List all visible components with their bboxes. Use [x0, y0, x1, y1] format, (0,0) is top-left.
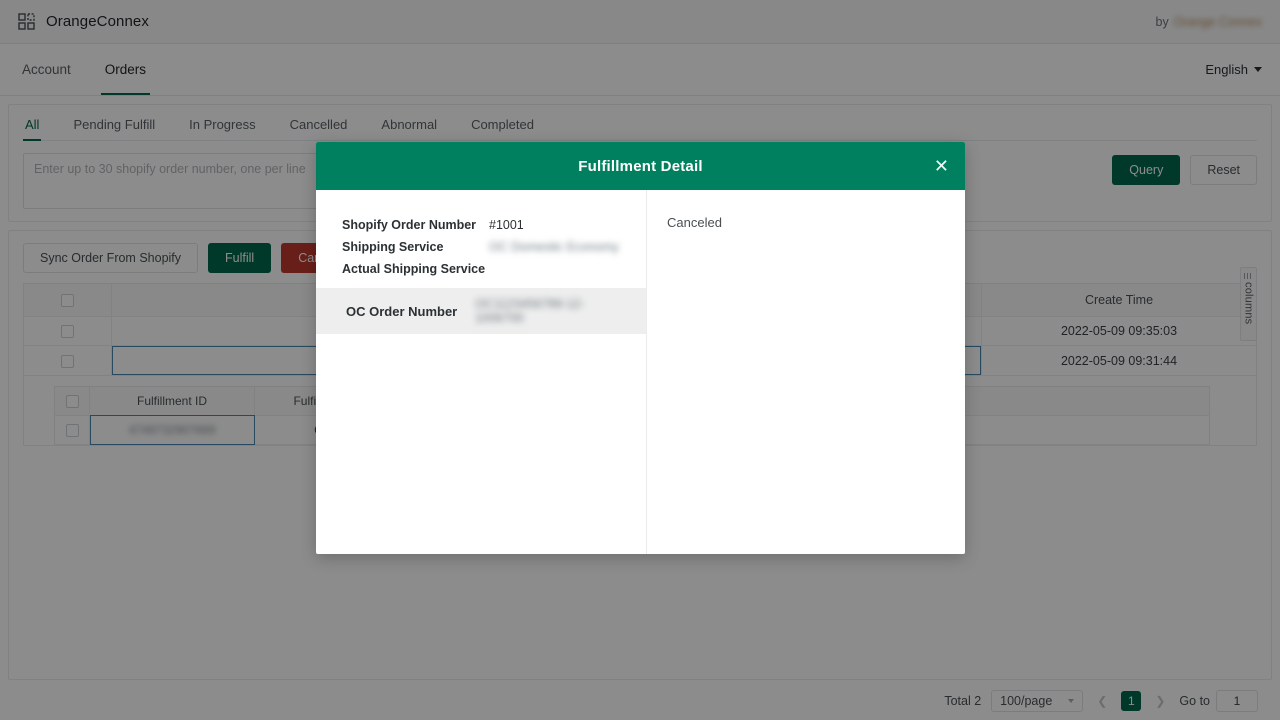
detail-label: Shopify Order Number [342, 218, 489, 232]
close-icon[interactable]: ✕ [934, 157, 949, 175]
fulfillment-detail-modal: Fulfillment Detail ✕ Shopify Order Numbe… [316, 142, 965, 554]
detail-row-shipping-service: Shipping Service OC Domestic Economy [316, 236, 646, 258]
detail-row-oc-order-number: OC Order Number OC1123456789-12-1006700 [316, 288, 646, 334]
detail-label: Shipping Service [342, 240, 489, 254]
modal-status-panel: Canceled [646, 190, 965, 554]
detail-value: #1001 [489, 218, 524, 232]
modal-body: Shopify Order Number #1001 Shipping Serv… [316, 190, 965, 554]
detail-label: OC Order Number [342, 304, 475, 319]
detail-label: Actual Shipping Service [342, 262, 489, 276]
modal-header: Fulfillment Detail ✕ [316, 142, 965, 190]
status-badge: Canceled [667, 215, 722, 230]
detail-row-actual-shipping-service: Actual Shipping Service [316, 258, 646, 280]
modal-detail-list: Shopify Order Number #1001 Shipping Serv… [316, 190, 646, 554]
modal-title: Fulfillment Detail [578, 158, 702, 175]
detail-value: OC Domestic Economy [489, 240, 619, 254]
detail-value: OC1123456789-12-1006700 [475, 297, 622, 325]
detail-row-shopify-order-number: Shopify Order Number #1001 [316, 214, 646, 236]
screen-root: OrangeConnex by Orange Connex Account Or… [0, 0, 1280, 720]
